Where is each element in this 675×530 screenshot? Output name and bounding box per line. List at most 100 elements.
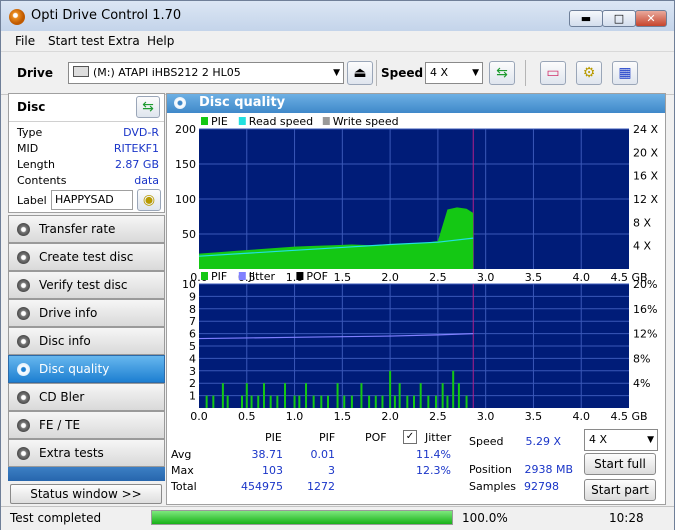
maximize-button[interactable]: □ bbox=[602, 10, 636, 27]
drive-value: (M:) ATAPI iHBS212 2 HL05 bbox=[93, 66, 241, 79]
menu-file[interactable]: File bbox=[15, 34, 35, 48]
position-value: 2938 MB bbox=[524, 463, 573, 476]
floppy-disk-icon: ▦ bbox=[618, 65, 632, 81]
stat-header-pie: PIE bbox=[265, 431, 282, 444]
disc-icon bbox=[17, 279, 30, 292]
top-x-tick-label: 3.0 bbox=[477, 271, 495, 284]
pif-bar bbox=[360, 383, 363, 408]
speed-stat-label: Speed bbox=[469, 435, 504, 448]
disc-label-button[interactable]: ◉ bbox=[137, 189, 161, 211]
nav-fe-te[interactable]: FE / TE bbox=[8, 411, 165, 439]
toolbar-divider bbox=[525, 60, 526, 86]
nav-label: Extra tests bbox=[39, 446, 104, 460]
top-legend-label: Write speed bbox=[333, 115, 399, 128]
close-icon: ✕ bbox=[646, 12, 656, 25]
top-y2-tick-label: 20 X bbox=[633, 146, 658, 159]
nav-transfer-rate[interactable]: Transfer rate bbox=[8, 215, 165, 243]
nav-cd-bler[interactable]: CD Bler bbox=[8, 383, 165, 411]
bottom-y2-tick-label: 16% bbox=[633, 303, 657, 316]
menu-help[interactable]: Help bbox=[147, 34, 174, 48]
disc-icon bbox=[17, 251, 30, 264]
minimize-button[interactable]: ▬ bbox=[569, 10, 603, 27]
disc-type-row: Type DVD-R bbox=[17, 126, 159, 139]
settings-button[interactable]: ⚙ bbox=[576, 61, 602, 85]
chevron-down-icon: ▼ bbox=[333, 68, 340, 78]
eject-button[interactable]: ⏏ bbox=[347, 61, 373, 85]
bottom-x-tick-label: 0.5 bbox=[238, 410, 256, 423]
top-legend-label: Read speed bbox=[249, 115, 313, 128]
refresh-icon: ⇆ bbox=[142, 99, 154, 115]
pif-bar bbox=[446, 395, 449, 408]
disc-contents-label: Contents bbox=[17, 174, 67, 187]
nav-label: Drive info bbox=[39, 306, 98, 320]
bottom-x-tick-label: 1.0 bbox=[286, 410, 304, 423]
bottom-y-tick-label: 4 bbox=[189, 352, 196, 365]
pif-bar bbox=[226, 395, 229, 408]
nav-label: Disc quality bbox=[39, 362, 110, 376]
progress-bar bbox=[151, 510, 453, 525]
disc-header: Disc bbox=[17, 100, 46, 114]
refresh-disc-button[interactable]: ⇆ bbox=[136, 96, 160, 118]
test-speed-value: 4 X bbox=[589, 433, 608, 446]
status-window-button[interactable]: Status window >> bbox=[10, 484, 162, 504]
pif-bar bbox=[257, 395, 260, 408]
bottom-x-tick-label: 0.0 bbox=[190, 410, 208, 423]
bottom-y-tick-label: 3 bbox=[189, 365, 196, 378]
bottom-x-tick-label: 3.0 bbox=[477, 410, 495, 423]
top-x-tick-label: 1.5 bbox=[334, 271, 352, 284]
bottom-y2-tick-label: 4% bbox=[633, 377, 650, 390]
disc-length-row: Length 2.87 GB bbox=[17, 158, 159, 171]
status-bar: Test completed 100.0% 10:28 bbox=[1, 506, 674, 530]
stat-max-label: Max bbox=[171, 464, 194, 477]
speed-label: Speed bbox=[381, 66, 424, 80]
samples-label: Samples bbox=[469, 480, 516, 493]
top-y-tick-label: 200 bbox=[175, 123, 196, 136]
stat-max-jitter: 12.3% bbox=[416, 464, 451, 477]
samples-value: 92798 bbox=[524, 480, 559, 493]
top-legend-swatch bbox=[201, 117, 208, 125]
nav-disc-info[interactable]: Disc info bbox=[8, 327, 165, 355]
save-button[interactable]: ▦ bbox=[612, 61, 638, 85]
jitter-checkbox[interactable]: ✓ bbox=[403, 430, 417, 444]
refresh-speed-button[interactable]: ⇆ bbox=[489, 61, 515, 85]
start-part-button[interactable]: Start part bbox=[584, 479, 656, 501]
top-y2-tick-label: 8 X bbox=[633, 216, 651, 229]
close-button[interactable]: ✕ bbox=[635, 10, 667, 27]
status-text: Test completed bbox=[10, 511, 102, 525]
test-speed-select[interactable]: 4 X ▼ bbox=[584, 429, 658, 451]
nav-extra-tests[interactable]: Extra tests bbox=[8, 439, 165, 467]
drive-select[interactable]: (M:) ATAPI iHBS212 2 HL05 ▼ bbox=[68, 62, 344, 84]
window-title: Opti Drive Control 1.70 bbox=[31, 8, 182, 23]
disc-icon bbox=[17, 391, 30, 404]
disc-label-field[interactable]: HAPPYSAD bbox=[51, 190, 133, 210]
toolbar: Drive (M:) ATAPI iHBS212 2 HL05 ▼ ⏏ Spee… bbox=[1, 51, 674, 95]
disc-quality-panel: Disc quality 0.0 0.5 1.0 1.5 2.0 2.5 3.0 3.5 4.0… bbox=[166, 93, 666, 505]
pif-bar bbox=[374, 395, 377, 408]
stat-header-jitter: Jitter bbox=[425, 431, 452, 444]
nav-disc-quality[interactable]: Disc quality bbox=[8, 355, 165, 383]
bottom-legend-label: POF bbox=[306, 270, 328, 283]
bottom-y2-tick-label: 8% bbox=[633, 352, 650, 365]
erase-button[interactable]: ▭ bbox=[540, 61, 566, 85]
menu-start-test[interactable]: Start test bbox=[48, 34, 104, 48]
stat-max-pif: 3 bbox=[328, 464, 335, 477]
pif-bar bbox=[465, 395, 468, 408]
disc-mid-row: MID RITEKF1 bbox=[17, 142, 159, 155]
disc-icon bbox=[17, 363, 30, 376]
start-full-button[interactable]: Start full bbox=[584, 453, 656, 475]
bottom-y-tick-label: 10 bbox=[182, 278, 196, 291]
nav-verify-test-disc[interactable]: Verify test disc bbox=[8, 271, 165, 299]
bottom-y-tick-label: 8 bbox=[189, 303, 196, 316]
speed-select[interactable]: 4 X ▼ bbox=[425, 62, 483, 84]
disc-type-label: Type bbox=[17, 126, 43, 139]
menu-extra[interactable]: Extra bbox=[108, 34, 140, 48]
disc-icon: ◉ bbox=[142, 192, 156, 208]
disc-mid-label: MID bbox=[17, 142, 39, 155]
top-x-tick-label: 2.5 bbox=[429, 271, 447, 284]
stat-avg-jitter: 11.4% bbox=[416, 448, 451, 461]
nav-label: Disc info bbox=[39, 334, 91, 348]
stat-avg-pif: 0.01 bbox=[310, 448, 336, 461]
nav-create-test-disc[interactable]: Create test disc bbox=[8, 243, 165, 271]
bottom-y-tick-label: 9 bbox=[189, 290, 196, 303]
nav-drive-info[interactable]: Drive info bbox=[8, 299, 165, 327]
